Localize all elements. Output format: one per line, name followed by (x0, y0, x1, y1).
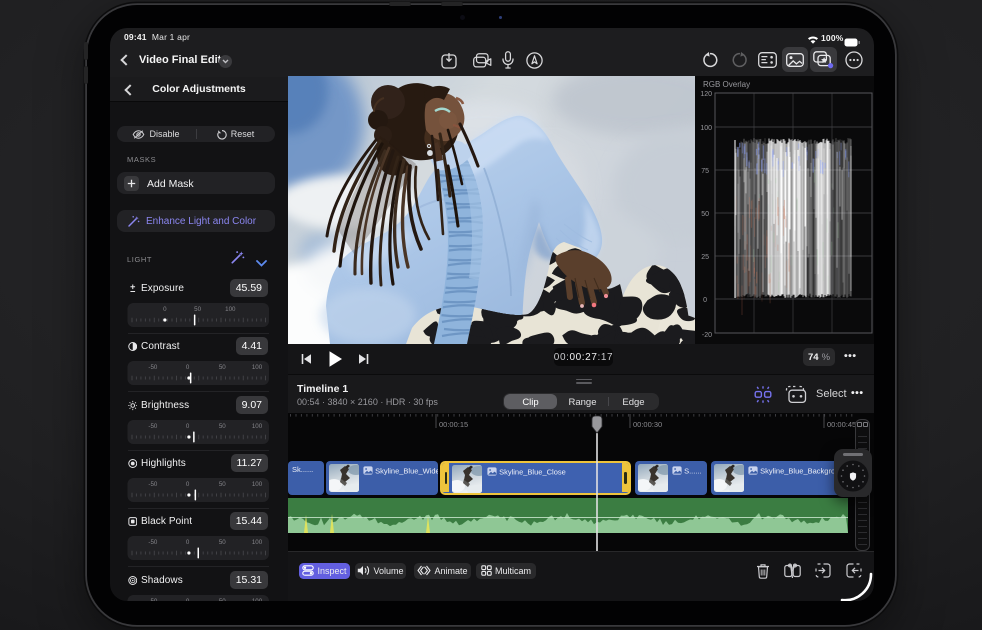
svg-text:0: 0 (186, 539, 190, 546)
svg-text:25: 25 (701, 254, 709, 261)
svg-text:-50: -50 (148, 364, 158, 371)
svg-text:100: 100 (252, 481, 263, 488)
svg-text:0: 0 (703, 297, 707, 304)
svg-text:120: 120 (700, 91, 712, 98)
svg-text:-50: -50 (148, 539, 158, 546)
svg-text:50: 50 (701, 211, 709, 218)
svg-text:100: 100 (252, 598, 263, 602)
svg-text:00:00:30: 00:00:30 (633, 420, 662, 429)
svg-text:-50: -50 (148, 598, 158, 602)
svg-text:-20: -20 (702, 332, 712, 339)
svg-text:00:00:15: 00:00:15 (439, 420, 468, 429)
svg-text:100: 100 (252, 364, 263, 371)
svg-text:0: 0 (163, 306, 167, 313)
svg-text:0: 0 (186, 364, 190, 371)
svg-text:0: 0 (186, 481, 190, 488)
svg-text:50: 50 (219, 423, 226, 430)
svg-text:50: 50 (219, 481, 226, 488)
svg-text:0: 0 (186, 423, 190, 430)
svg-text:50: 50 (219, 539, 226, 546)
svg-text:75: 75 (701, 168, 709, 175)
svg-text:100: 100 (252, 539, 263, 546)
svg-text:50: 50 (219, 598, 226, 602)
svg-text:50: 50 (194, 306, 201, 313)
svg-text:0: 0 (186, 598, 190, 602)
svg-text:100: 100 (700, 125, 712, 132)
svg-text:-50: -50 (148, 423, 158, 430)
svg-text:100: 100 (252, 423, 263, 430)
svg-text:50: 50 (219, 364, 226, 371)
svg-text:00:00:45: 00:00:45 (827, 420, 856, 429)
svg-text:100: 100 (225, 306, 236, 313)
svg-text:-50: -50 (148, 481, 158, 488)
svg-text:RGB Overlay: RGB Overlay (703, 80, 750, 89)
